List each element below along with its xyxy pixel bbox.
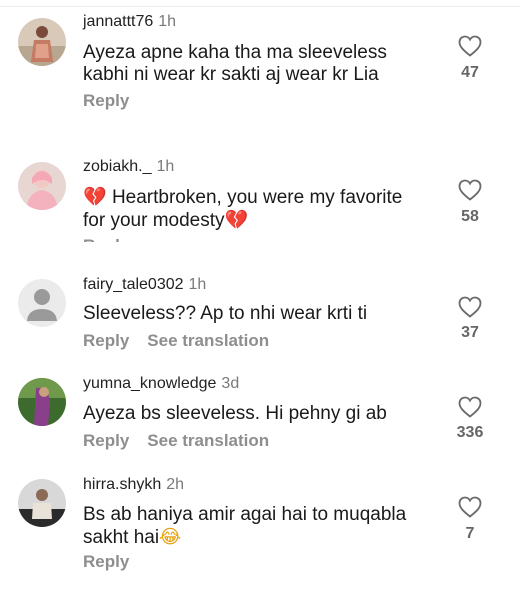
comment-text: Sleeveless?? Ap to nhi wear krti ti — [83, 303, 368, 324]
heart-outline-icon — [458, 179, 482, 201]
default-user-avatar — [18, 279, 66, 327]
heart-outline-icon — [458, 396, 482, 418]
comment-text: 💔 Heartbroken, you were my favorite for … — [83, 186, 428, 232]
like-button[interactable] — [455, 179, 485, 201]
username[interactable]: zobiakh._ — [83, 158, 152, 175]
timestamp: 1h — [158, 13, 177, 30]
broken-heart-emoji: 💔 — [224, 209, 249, 231]
heart-outline-icon — [458, 496, 482, 518]
comment-actions: Reply See translation — [83, 331, 287, 351]
laughing-emoji: 😂 — [159, 526, 182, 548]
reply-button[interactable]: Reply — [83, 236, 129, 242]
like-count: 37 — [461, 324, 479, 341]
username[interactable]: fairy_tale0302 — [83, 276, 184, 293]
like-count: 58 — [461, 208, 479, 225]
heart-outline-icon — [458, 296, 482, 318]
heart-outline-icon — [458, 35, 482, 57]
comment-text-body: Bs ab haniya amir agai hai to muqabla sa… — [83, 504, 407, 548]
reply-button[interactable]: Reply — [83, 331, 129, 350]
comment-header: hirra.shykh 2h — [83, 476, 184, 494]
comment-text: Bs ab haniya amir agai hai to muqabla sa… — [83, 504, 428, 549]
timestamp: 2h — [166, 476, 185, 493]
comment-text: Ayeza apne kaha tha ma sleeveless kabhi … — [83, 42, 387, 85]
see-translation-link[interactable]: See translation — [147, 331, 269, 350]
avatar[interactable] — [18, 162, 66, 210]
like-button[interactable] — [455, 496, 485, 518]
comment-actions: Reply — [83, 91, 147, 111]
comment-actions: Reply — [83, 552, 147, 572]
like-button[interactable] — [455, 35, 485, 57]
timestamp: 3d — [221, 375, 240, 392]
comment-actions: Reply See translation — [83, 431, 287, 451]
username[interactable]: hirra.shykh — [83, 476, 161, 493]
timestamp: 1h — [156, 158, 175, 175]
reply-button[interactable]: Reply — [83, 552, 129, 571]
reply-button[interactable]: Reply — [83, 431, 129, 450]
comment-header: zobiakh._ 1h — [83, 158, 174, 176]
like-button[interactable] — [455, 396, 485, 418]
timestamp: 1h — [188, 276, 207, 293]
like-button[interactable] — [455, 296, 485, 318]
comment-header: jannattt76 1h — [83, 13, 176, 31]
like-count: 47 — [461, 64, 479, 81]
comment-text: Ayeza bs sleeveless. Hi pehny gi ab — [83, 403, 387, 424]
broken-heart-emoji: 💔 — [83, 186, 107, 208]
username[interactable]: yumna_knowledge — [83, 375, 216, 392]
avatar[interactable] — [18, 18, 66, 66]
comment-header: yumna_knowledge 3d — [83, 375, 239, 393]
see-translation-link[interactable]: See translation — [147, 431, 269, 450]
like-count: 7 — [465, 525, 475, 542]
top-divider — [0, 6, 520, 7]
username[interactable]: jannattt76 — [83, 13, 153, 30]
avatar[interactable] — [18, 378, 66, 426]
comment-header: fairy_tale0302 1h — [83, 276, 206, 294]
avatar[interactable] — [18, 479, 66, 527]
reply-button[interactable]: Reply — [83, 91, 129, 110]
avatar[interactable] — [18, 279, 66, 327]
like-count: 336 — [456, 424, 484, 441]
